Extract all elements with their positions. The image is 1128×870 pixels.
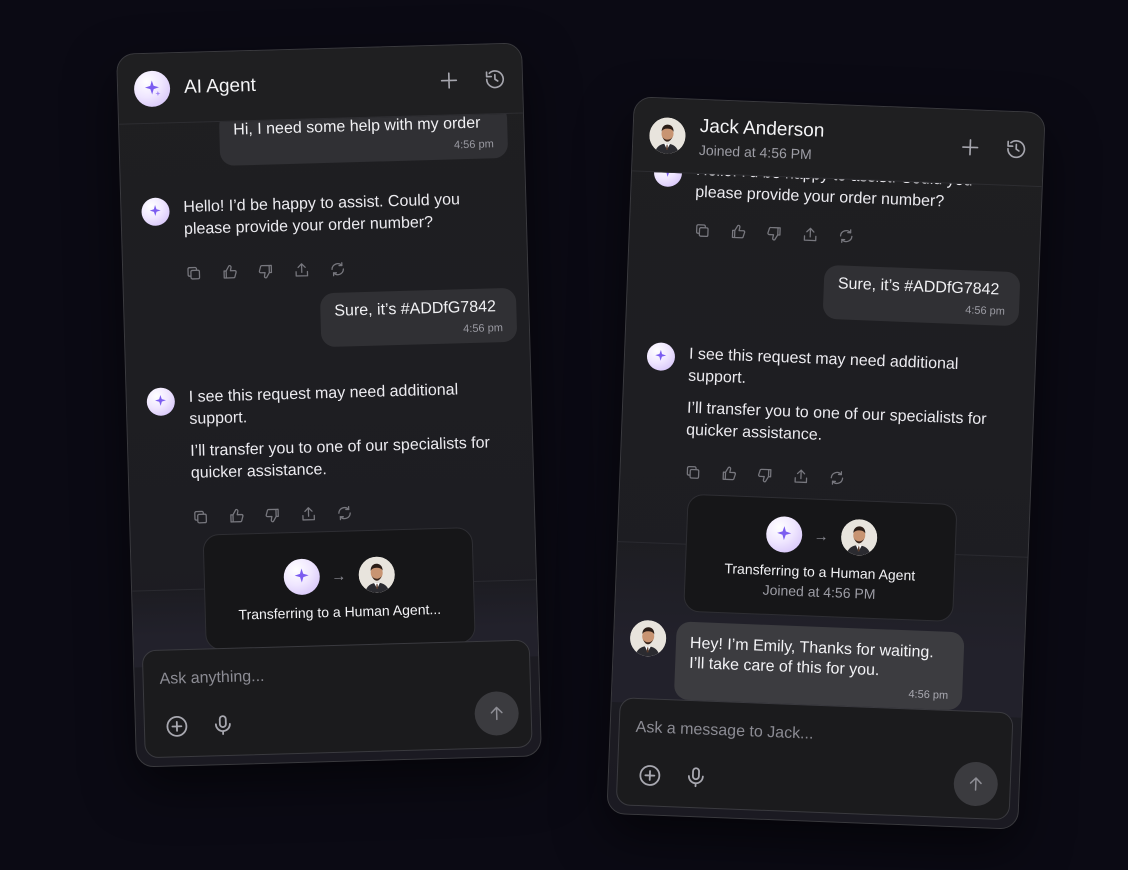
message-list: Hi, I need some help with my order 4:56 … bbox=[119, 103, 539, 668]
arrow-right-icon: → bbox=[331, 567, 347, 585]
ai-agent-avatar-icon bbox=[133, 69, 171, 107]
message-text: Hey! I’m Emily, Thanks for waiting. I’ll… bbox=[688, 634, 935, 680]
composer-input[interactable]: Ask a message to Jack... bbox=[635, 719, 813, 744]
human-agent-chat-panel: Jack Anderson Joined at 4:56 PM Hello! I… bbox=[606, 96, 1046, 830]
human-agent-avatar bbox=[839, 518, 878, 556]
regenerate-icon[interactable] bbox=[329, 260, 346, 277]
add-circle-icon[interactable] bbox=[637, 763, 662, 788]
message-actions bbox=[192, 504, 353, 525]
ai-agent-avatar-icon bbox=[146, 387, 176, 417]
microphone-icon[interactable] bbox=[211, 713, 236, 738]
message-composer[interactable]: Ask anything... bbox=[141, 639, 533, 759]
ai-agent-chat-panel: AI Agent Hi, I need some help with my or… bbox=[116, 42, 542, 768]
message-text: I’ll transfer you to one of our speciali… bbox=[190, 434, 491, 482]
message-list: Hello! I’d be happy to assist. Could you… bbox=[611, 158, 1042, 718]
ai-message: Hello! I’d be happy to assist. Could you… bbox=[141, 189, 482, 252]
transfer-status-card: → Transferring to a Human Agent... bbox=[202, 527, 476, 651]
copy-icon[interactable] bbox=[694, 222, 712, 240]
history-icon[interactable] bbox=[484, 67, 507, 90]
history-icon[interactable] bbox=[1005, 137, 1028, 160]
thumbs-up-icon[interactable] bbox=[221, 263, 238, 280]
ai-message: I see this request may need additional s… bbox=[146, 378, 499, 496]
share-icon[interactable] bbox=[293, 261, 310, 278]
message-time: 4:56 pm bbox=[463, 322, 504, 336]
send-arrow-up-icon bbox=[969, 777, 982, 791]
send-button[interactable] bbox=[474, 690, 520, 737]
share-icon[interactable] bbox=[300, 505, 317, 522]
chat-title: AI Agent bbox=[183, 74, 257, 98]
share-icon[interactable] bbox=[792, 468, 810, 486]
thumbs-up-icon[interactable] bbox=[729, 223, 747, 241]
ai-agent-avatar-icon bbox=[141, 197, 170, 227]
message-composer[interactable]: Ask a message to Jack... bbox=[615, 697, 1014, 821]
transfer-status-card: → Transferring to a Human Agent Joined a… bbox=[683, 493, 958, 622]
copy-icon[interactable] bbox=[684, 464, 702, 482]
chat-header: Jack Anderson Joined at 4:56 PM bbox=[632, 97, 1045, 188]
ai-message: I see this request may need additional s… bbox=[643, 342, 997, 463]
add-circle-icon[interactable] bbox=[165, 714, 190, 739]
arrow-right-icon: → bbox=[813, 527, 830, 545]
send-arrow-up-icon bbox=[490, 706, 503, 721]
message-actions bbox=[684, 464, 846, 487]
plus-icon[interactable] bbox=[438, 69, 461, 92]
human-agent-avatar bbox=[357, 556, 395, 594]
share-icon[interactable] bbox=[801, 226, 819, 244]
message-text: I see this request may need additional s… bbox=[188, 381, 459, 428]
message-text: Hello! I’d be happy to assist. Could you… bbox=[183, 191, 461, 238]
transfer-title: Transferring to a Human Agent... bbox=[238, 600, 442, 623]
plus-icon[interactable] bbox=[959, 135, 982, 158]
chat-title: Jack Anderson bbox=[699, 115, 825, 142]
ai-agent-avatar-icon bbox=[765, 515, 803, 554]
chat-subtitle: Joined at 4:56 PM bbox=[698, 141, 813, 162]
thumbs-down-icon[interactable] bbox=[765, 225, 783, 243]
thumbs-up-icon[interactable] bbox=[228, 507, 245, 524]
thumbs-down-icon[interactable] bbox=[264, 506, 281, 523]
message-time: 4:56 pm bbox=[908, 688, 949, 702]
message-text: I’ll transfer you to one of our speciali… bbox=[685, 399, 987, 444]
microphone-icon[interactable] bbox=[683, 765, 708, 790]
message-text: Sure, it’s #ADDfG7842 bbox=[837, 275, 1000, 299]
message-actions bbox=[694, 222, 856, 245]
ai-agent-avatar-icon bbox=[646, 342, 676, 372]
thumbs-up-icon[interactable] bbox=[720, 465, 738, 483]
ai-agent-avatar-icon bbox=[282, 558, 320, 596]
regenerate-icon[interactable] bbox=[828, 469, 846, 487]
user-message: Sure, it’s #ADDfG7842 4:56 pm bbox=[319, 287, 518, 348]
chat-header: AI Agent bbox=[117, 43, 523, 125]
thumbs-down-icon[interactable] bbox=[756, 466, 774, 484]
jack-anderson-avatar bbox=[648, 116, 687, 154]
message-time: 4:56 pm bbox=[453, 138, 494, 152]
message-time: 4:56 pm bbox=[964, 304, 1006, 318]
regenerate-icon[interactable] bbox=[336, 504, 353, 521]
send-button[interactable] bbox=[952, 761, 999, 807]
thumbs-down-icon[interactable] bbox=[257, 262, 274, 279]
message-actions bbox=[185, 260, 346, 281]
copy-icon[interactable] bbox=[192, 508, 209, 525]
human-agent-message: Hey! I’m Emily, Thanks for waiting. I’ll… bbox=[673, 621, 965, 711]
copy-icon[interactable] bbox=[185, 264, 202, 281]
message-text: Sure, it’s #ADDfG7842 bbox=[334, 298, 497, 320]
message-text: I see this request may need additional s… bbox=[687, 345, 959, 387]
user-message: Sure, it’s #ADDfG7842 4:56 pm bbox=[822, 264, 1021, 327]
composer-input[interactable]: Ask anything... bbox=[159, 668, 264, 689]
regenerate-icon[interactable] bbox=[837, 227, 855, 245]
